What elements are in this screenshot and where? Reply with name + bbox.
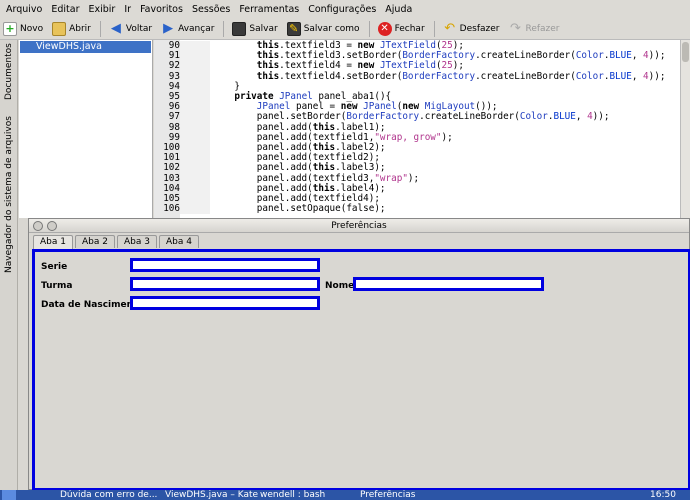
form-panel: Serie Turma Nome Data de Nascimento <box>32 249 690 491</box>
arrow-left-icon: ◀ <box>110 21 121 36</box>
code-editor[interactable]: 90 this.textfield3 = new JTextField(25);… <box>154 40 690 218</box>
fold-marker <box>180 194 210 205</box>
data-nascimento-field[interactable] <box>130 296 320 310</box>
menu-ferramentas[interactable]: Ferramentas <box>239 4 299 15</box>
redo-icon: ↷ <box>510 21 521 36</box>
kde-menu-icon[interactable] <box>2 490 16 500</box>
fold-marker <box>180 51 210 62</box>
tab-documentos[interactable]: Documentos <box>1 42 17 102</box>
undo-icon: ↶ <box>444 21 456 36</box>
taskbar-item[interactable]: Dúvida com erro de... <box>60 490 157 500</box>
fold-marker <box>180 112 210 123</box>
fold-marker <box>180 143 210 154</box>
turma-label: Turma <box>41 281 73 291</box>
tab-aba-4[interactable]: Aba 4 <box>158 235 199 248</box>
clock: 16:50 <box>650 490 676 500</box>
serie-field[interactable] <box>130 258 320 272</box>
menu-favoritos[interactable]: Favoritos <box>140 4 183 15</box>
desfazer-button[interactable]: ↶ Desfazer <box>443 19 500 39</box>
serie-label: Serie <box>41 262 68 272</box>
desfazer-label: Desfazer <box>459 23 500 34</box>
arrow-right-icon: ▶ <box>163 21 174 36</box>
dialog-titlebar: Preferências <box>29 219 689 233</box>
tab-aba-2[interactable]: Aba 2 <box>74 235 115 248</box>
toolbar-separator <box>368 20 370 37</box>
menu-sessoes[interactable]: Sessões <box>192 4 230 15</box>
save-as-icon: ✎ <box>286 21 301 36</box>
nome-label: Nome <box>325 281 355 291</box>
fold-marker <box>180 41 210 52</box>
data-nascimento-label: Data de Nascimento <box>41 300 144 310</box>
abrir-button[interactable]: Abrir <box>52 19 91 39</box>
fechar-label: Fechar <box>394 23 425 34</box>
line-number: 106 <box>154 203 180 215</box>
menu-exibir[interactable]: Exibir <box>89 4 116 15</box>
documents-panel: ViewDHS.java <box>19 40 153 218</box>
code-line: this.textfield4.setBorder(BorderFactory.… <box>256 70 666 82</box>
window-menu-icon[interactable] <box>33 221 43 231</box>
salvar-button[interactable]: Salvar <box>232 19 278 39</box>
toolbar: + Novo Abrir ◀ Voltar ▶ Avançar Salvar ✎… <box>0 18 690 40</box>
tab-navegador-label: Navegador do sistema de arquivos <box>4 116 14 274</box>
novo-button[interactable]: + Novo <box>3 19 43 39</box>
novo-label: Novo <box>20 23 44 34</box>
abrir-label: Abrir <box>69 23 91 34</box>
tab-aba-1[interactable]: Aba 1 <box>33 235 73 249</box>
tab-documentos-label: Documentos <box>4 43 14 101</box>
fold-marker <box>180 204 210 215</box>
fold-marker <box>180 61 210 72</box>
fold-marker <box>180 153 210 164</box>
tab-navegador[interactable]: Navegador do sistema de arquivos <box>1 104 17 286</box>
tab-bar: Aba 1 Aba 2 Aba 3 Aba 4 <box>33 235 201 249</box>
voltar-label: Voltar <box>125 23 153 34</box>
refazer-label: Refazer <box>525 23 560 34</box>
menu-editar[interactable]: Editar <box>51 4 79 15</box>
folder-open-icon <box>52 21 67 36</box>
side-tab-strip: Documentos Navegador do sistema de arqui… <box>0 40 18 490</box>
turma-field[interactable] <box>130 277 320 291</box>
salvar-como-button[interactable]: ✎ Salvar como <box>286 19 360 39</box>
toolbar-separator <box>99 20 101 37</box>
taskbar-item[interactable]: Preferências <box>360 490 415 500</box>
pin-icon[interactable] <box>47 221 57 231</box>
avancar-label: Avançar <box>178 23 215 34</box>
toolbar-separator <box>223 20 225 37</box>
menu-ir[interactable]: Ir <box>124 4 131 15</box>
salvar-como-label: Salvar como <box>303 23 360 34</box>
fold-marker <box>180 71 210 82</box>
avancar-button[interactable]: ▶ Avançar <box>161 19 214 39</box>
fold-marker <box>180 102 210 113</box>
fold-marker <box>180 163 210 174</box>
editor-scrollbar[interactable] <box>680 40 690 218</box>
save-icon <box>232 21 247 36</box>
preferences-dialog: Preferências Aba 1 Aba 2 Aba 3 Aba 4 Ser… <box>28 218 690 491</box>
fold-marker <box>180 132 210 143</box>
document-item[interactable]: ViewDHS.java <box>20 41 151 53</box>
close-icon: ✕ <box>377 21 392 36</box>
code-line: panel.setOpaque(false); <box>212 203 386 215</box>
fechar-button[interactable]: ✕ Fechar <box>377 19 425 39</box>
taskbar-item[interactable]: wendell : bash <box>260 490 325 500</box>
toolbar-separator <box>433 20 435 37</box>
fold-marker <box>180 81 210 92</box>
voltar-button[interactable]: ◀ Voltar <box>109 19 152 39</box>
nome-field[interactable] <box>353 277 544 291</box>
menu-bar: Arquivo Editar Exibir Ir Favoritos Sessõ… <box>0 0 690 18</box>
menu-ajuda[interactable]: Ajuda <box>385 4 412 15</box>
fold-marker <box>180 92 210 103</box>
fold-marker <box>180 173 210 184</box>
new-file-icon: + <box>3 21 17 36</box>
tab-aba-3[interactable]: Aba 3 <box>116 235 157 248</box>
salvar-label: Salvar <box>249 23 278 34</box>
dialog-title: Preferências <box>331 221 387 231</box>
fold-marker <box>180 122 210 133</box>
fold-marker <box>180 183 210 194</box>
scrollbar-thumb[interactable] <box>682 42 689 62</box>
taskbar: Dúvida com erro de... ViewDHS.java – Kat… <box>0 490 690 500</box>
taskbar-item[interactable]: ViewDHS.java – Kate <box>165 490 258 500</box>
menu-arquivo[interactable]: Arquivo <box>6 4 42 15</box>
menu-configuracoes[interactable]: Configurações <box>308 4 376 15</box>
refazer-button[interactable]: ↷ Refazer <box>508 19 559 39</box>
